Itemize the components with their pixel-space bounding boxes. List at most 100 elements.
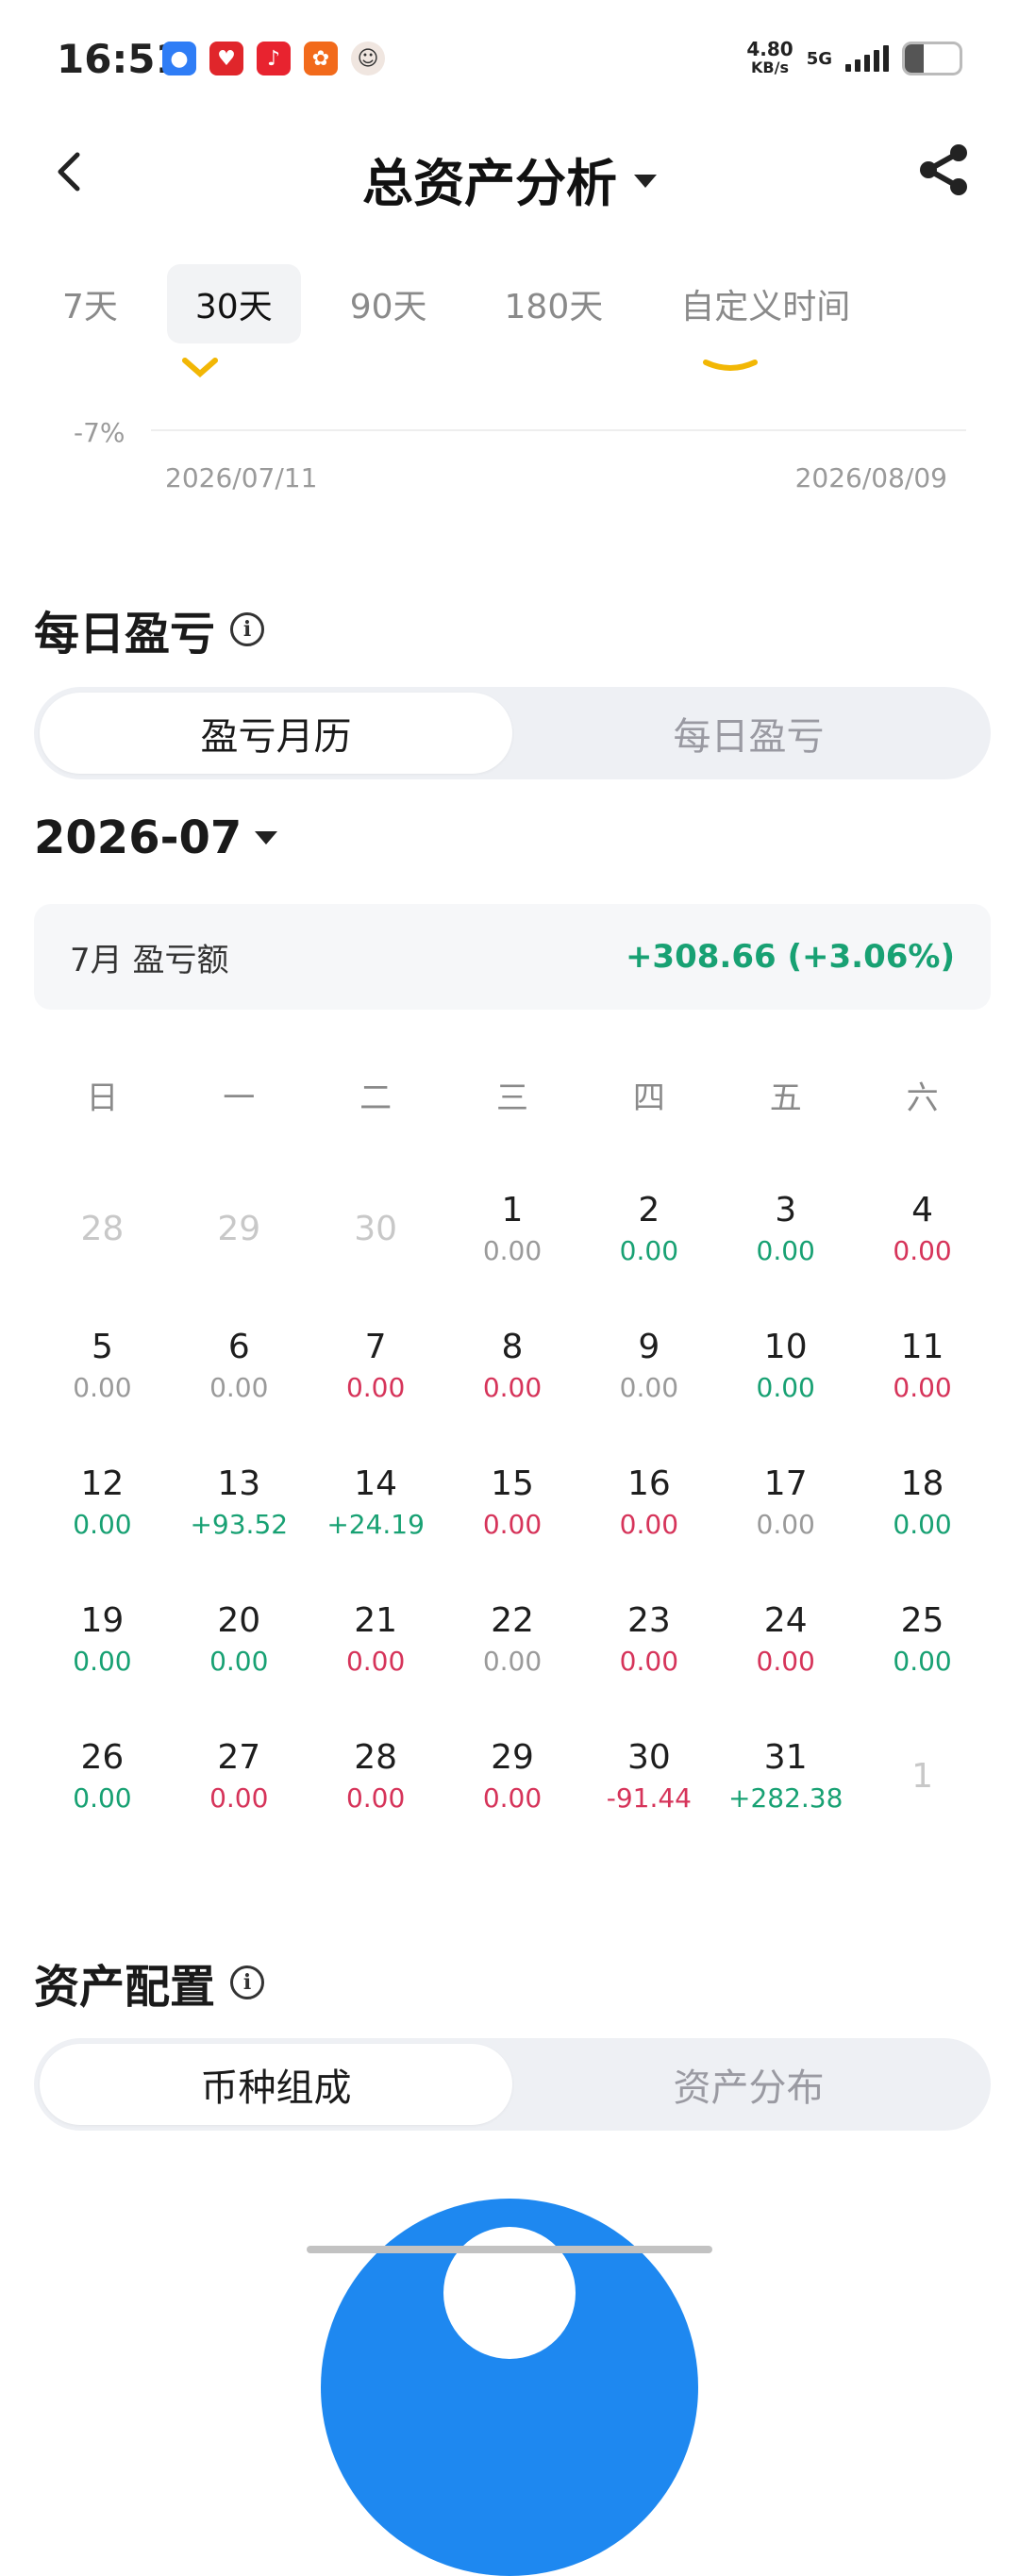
weekday-header: 日 一 二 三 四 五 六 xyxy=(34,1057,991,1132)
calendar-day-pnl: 0.00 xyxy=(345,1781,406,1814)
calendar-day[interactable]: 7 0.00 xyxy=(308,1297,444,1434)
page-title-dropdown[interactable]: 总资产分析 xyxy=(0,142,1019,216)
calendar-day-pnl: 0.00 xyxy=(893,1508,952,1540)
chart-gridline xyxy=(151,429,966,431)
tab-7d[interactable]: 7天 xyxy=(34,264,146,343)
month-label: 2026-07 xyxy=(34,811,242,864)
calendar-day[interactable]: 3 0.00 xyxy=(717,1161,854,1297)
calendar-day-number: 30 xyxy=(354,1209,398,1248)
calendar-day[interactable]: 12 0.00 xyxy=(34,1434,171,1571)
calendar-day-number: 23 xyxy=(626,1600,671,1640)
calendar-day-pnl: 0.00 xyxy=(482,1508,543,1540)
calendar-day-number: 1 xyxy=(501,1190,524,1229)
calendar-day[interactable]: 26 0.00 xyxy=(34,1708,171,1845)
share-button[interactable] xyxy=(913,140,974,200)
calendar-day[interactable]: 5 0.00 xyxy=(34,1297,171,1434)
calendar-day[interactable]: 18 0.00 xyxy=(854,1434,991,1571)
weekday-label: 六 xyxy=(906,1079,939,1117)
asset-allocation-segmented: 币种组成 资产分布 xyxy=(34,2038,991,2131)
tab-90d[interactable]: 90天 xyxy=(322,264,456,343)
calendar-day-number: 25 xyxy=(900,1600,944,1640)
calendar-day-number: 12 xyxy=(80,1464,125,1503)
calendar-day[interactable]: 23 0.00 xyxy=(580,1571,717,1708)
calendar-day[interactable]: 15 0.00 xyxy=(444,1434,581,1571)
status-indicators: 4.80 KB/s 5G xyxy=(746,40,962,77)
calendar-day-number: 19 xyxy=(80,1600,125,1640)
calendar-day[interactable]: 1 0.00 xyxy=(444,1161,581,1297)
info-icon[interactable]: i xyxy=(230,1965,265,1999)
calendar-day[interactable]: 8 0.00 xyxy=(444,1297,581,1434)
home-indicator[interactable] xyxy=(307,2246,712,2253)
seg-currency-composition[interactable]: 币种组成 xyxy=(40,2044,512,2125)
calendar-day[interactable]: 6 0.00 xyxy=(171,1297,308,1434)
calendar-day[interactable]: 10 0.00 xyxy=(717,1297,854,1434)
calendar-day[interactable]: 30 -91.44 xyxy=(580,1708,717,1845)
calendar-day-number: 31 xyxy=(763,1737,808,1777)
network-speed-unit: KB/s xyxy=(751,59,789,76)
summary-label: 7月 盈亏额 xyxy=(70,941,229,979)
seg-asset-distribution[interactable]: 资产分布 xyxy=(512,2044,985,2125)
calendar-day[interactable]: 4 0.00 xyxy=(854,1161,991,1297)
calendar-day-number: 8 xyxy=(501,1327,524,1366)
seg-pnl-calendar[interactable]: 盈亏月历 xyxy=(40,693,512,774)
calendar-day-number: 18 xyxy=(900,1464,944,1503)
calendar-day[interactable]: 17 0.00 xyxy=(717,1434,854,1571)
calendar-day[interactable]: 19 0.00 xyxy=(34,1571,171,1708)
seg-daily-pnl[interactable]: 每日盈亏 xyxy=(512,693,985,774)
calendar-day[interactable]: 9 0.00 xyxy=(580,1297,717,1434)
tab-custom-range[interactable]: 自定义时间 xyxy=(652,264,878,343)
calendar-day[interactable]: 21 0.00 xyxy=(308,1571,444,1708)
calendar-day-pnl: 0.00 xyxy=(345,1371,406,1403)
daily-pnl-header: 每日盈亏 i xyxy=(34,596,265,662)
calendar-day[interactable]: 24 0.00 xyxy=(717,1571,854,1708)
calendar-day[interactable]: 25 0.00 xyxy=(854,1571,991,1708)
calendar-day-pnl: 0.00 xyxy=(482,1371,543,1403)
calendar-day-number: 26 xyxy=(80,1737,125,1777)
tab-180d[interactable]: 180天 xyxy=(476,264,632,343)
app-notification-icon: ♪ xyxy=(257,42,291,75)
pnl-calendar: 日 一 二 三 四 五 六 28 29 30 1 0.00 2 0.00 3 0.00 4 0.00… xyxy=(34,1057,991,1845)
app-notification-icon: ● xyxy=(162,42,196,75)
calendar-day-number: 29 xyxy=(217,1209,261,1248)
chart-x-end: 2026/08/09 xyxy=(794,462,947,493)
calendar-day-number: 30 xyxy=(626,1737,671,1777)
calendar-day[interactable]: 27 0.00 xyxy=(171,1708,308,1845)
calendar-day-pnl: +282.38 xyxy=(727,1781,844,1814)
status-bar: 16:51 ● ♥ ♪ ✿ ☺ 4.80 KB/s 5G xyxy=(0,0,1019,123)
calendar-day[interactable]: 31 +282.38 xyxy=(717,1708,854,1845)
calendar-day[interactable]: 28 0.00 xyxy=(308,1708,444,1845)
calendar-day-number: 10 xyxy=(763,1327,808,1366)
calendar-day-number: 7 xyxy=(364,1327,387,1366)
calendar-day-number: 21 xyxy=(354,1600,398,1640)
calendar-day[interactable]: 11 0.00 xyxy=(854,1297,991,1434)
calendar-day[interactable]: 2 0.00 xyxy=(580,1161,717,1297)
calendar-day[interactable]: 13 +93.52 xyxy=(171,1434,308,1571)
network-speed: 4.80 KB/s xyxy=(746,40,793,77)
asset-chart[interactable]: -7% 2026/07/11 2026/08/09 xyxy=(0,340,1019,510)
calendar-day[interactable]: 29 0.00 xyxy=(444,1708,581,1845)
month-selector[interactable]: 2026-07 xyxy=(34,811,278,864)
calendar-day-number: 20 xyxy=(217,1600,261,1640)
calendar-day-pnl: 0.00 xyxy=(209,1781,269,1814)
calendar-day-pnl: 0.00 xyxy=(73,1781,132,1814)
calendar-day[interactable]: 16 0.00 xyxy=(580,1434,717,1571)
calendar-day[interactable]: 14 +24.19 xyxy=(308,1434,444,1571)
calendar-day-number: 3 xyxy=(775,1190,797,1229)
weekday-label: 五 xyxy=(769,1079,802,1117)
calendar-day-number: 14 xyxy=(354,1464,398,1503)
calendar-day-number: 22 xyxy=(491,1600,534,1640)
calendar-day-pnl: 0.00 xyxy=(73,1645,132,1677)
tab-30d[interactable]: 30天 xyxy=(166,264,301,343)
calendar-day[interactable]: 22 0.00 xyxy=(444,1571,581,1708)
calendar-day-number: 28 xyxy=(354,1737,398,1777)
info-icon[interactable]: i xyxy=(230,612,265,646)
calendar-day-number: 2 xyxy=(638,1190,660,1229)
calendar-day-pnl: +24.19 xyxy=(326,1508,425,1540)
app-notification-icon: ♥ xyxy=(209,42,243,75)
calendar-day-number: 28 xyxy=(80,1209,125,1248)
asset-allocation-header: 资产配置 i xyxy=(34,1949,265,2016)
app-notification-icon: ✿ xyxy=(304,42,338,75)
avatar-notification-icon: ☺ xyxy=(351,42,385,75)
calendar-day[interactable]: 20 0.00 xyxy=(171,1571,308,1708)
calendar-day-number: 13 xyxy=(217,1464,261,1503)
